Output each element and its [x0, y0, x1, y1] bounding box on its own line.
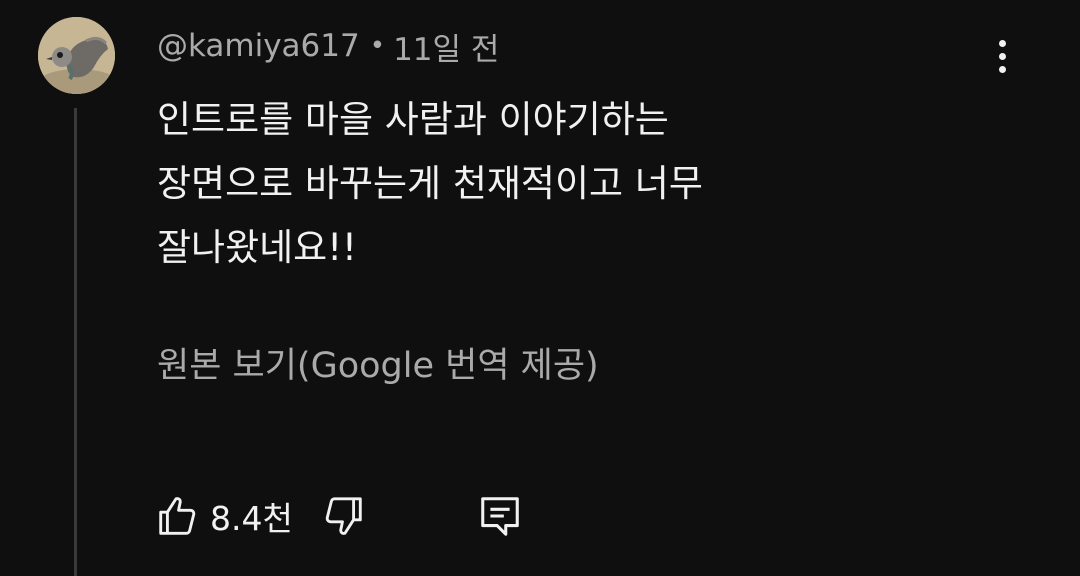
reply-button[interactable]	[473, 489, 527, 543]
comment-text-line: 잘나왔네요!!	[157, 226, 357, 269]
more-vert-icon-dot	[998, 65, 1006, 73]
like-count: 8.4천	[210, 499, 293, 538]
comment-reply-icon	[481, 497, 519, 536]
avatar[interactable]	[38, 17, 115, 94]
comment-timestamp[interactable]: 11일 전	[393, 24, 499, 69]
more-vert-icon-dot	[998, 52, 1006, 60]
comment-body: 인트로를 마을 사람과 이야기하는 장면으로 바꾸는게 천재적이고 너무 잘나왔…	[157, 88, 917, 280]
thumb-down-icon	[325, 497, 362, 535]
see-original-link[interactable]: 원본 보기(Google 번역 제공)	[157, 338, 599, 394]
more-options-button[interactable]	[980, 34, 1024, 78]
dislike-button[interactable]	[317, 489, 371, 543]
comment-header: @kamiya617 • 11일 전	[157, 24, 499, 68]
thumb-up-icon	[159, 497, 196, 535]
author-handle[interactable]: @kamiya617	[157, 28, 360, 64]
like-button[interactable]	[150, 489, 204, 543]
more-vert-icon	[998, 39, 1006, 47]
comment-text-line: 장면으로 바꾸는게 천재적이고 너무	[157, 162, 703, 205]
thread-line	[74, 108, 77, 576]
pigeon-avatar-icon	[38, 17, 115, 94]
meta-separator: •	[369, 31, 386, 61]
comment-item: @kamiya617 • 11일 전 인트로를 마을 사람과 이야기하는 장면으…	[0, 0, 1080, 576]
comment-actions: 8.4천	[150, 486, 527, 546]
comment-text-line: 인트로를 마을 사람과 이야기하는	[157, 98, 669, 141]
